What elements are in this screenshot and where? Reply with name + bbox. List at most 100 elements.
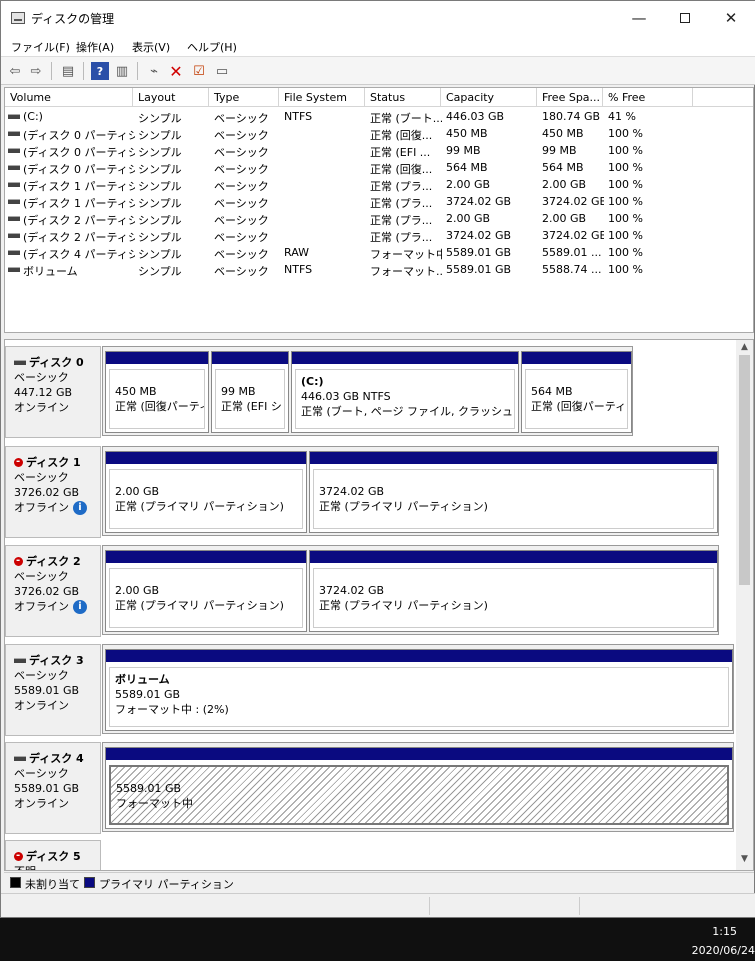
volume-row[interactable]: (ディスク 0 パーティシ...シンプル ベーシック 正常 (EFI ... 99 M… [5, 142, 753, 159]
forward-arrow-icon[interactable]: ⇨ [27, 62, 45, 80]
clock-date[interactable]: 2020/06/24 [692, 944, 755, 957]
col-type[interactable]: Type [209, 88, 279, 107]
partition-status: 正常 (プライマリ パーティション) [319, 500, 488, 513]
disk-state: オンライン [14, 796, 100, 811]
volume-cell: (ディスク 1 パーティシ... [23, 180, 135, 193]
partition-details: 2.00 GB 正常 (プライマリ パーティション) [109, 469, 303, 529]
partition-type-bar [212, 352, 288, 364]
scroll-down-icon[interactable]: ▼ [736, 854, 753, 868]
disk-offline-icon [14, 553, 23, 568]
scroll-up-icon[interactable]: ▲ [736, 342, 753, 356]
volume-row[interactable]: (ディスク 2 パーティシ...シンプル ベーシック 正常 (プラ... 3724.0… [5, 227, 753, 244]
partition[interactable]: 450 MB 正常 (回復パーティ [105, 351, 209, 433]
menu-view[interactable]: 表示(V) [132, 39, 170, 55]
volume-cell: 5588.74 ... [542, 263, 602, 276]
disk-size-label: 447.12 GB [14, 386, 73, 399]
disk-name: ディスク 2 [14, 553, 100, 569]
disk-state-label: オンライン [14, 699, 69, 712]
partition-status: 正常 (EFI シ [221, 400, 282, 413]
volume-row[interactable]: (ディスク 0 パーティシ...シンプル ベーシック 正常 (回復... 450 MB… [5, 125, 753, 142]
partition-status: フォーマット中 [116, 797, 193, 810]
partition[interactable]: 5589.01 GB フォーマット中 [105, 747, 733, 829]
disk-state: オンライン [14, 698, 100, 713]
clock-time[interactable]: 1:15 [712, 925, 737, 938]
disk-info[interactable]: ディスク 3 ベーシック 5589.01 GB オンライン [5, 644, 101, 736]
partition-type-bar [522, 352, 631, 364]
col-free-space[interactable]: Free Spa... [537, 88, 603, 107]
volume-cell: シンプル [138, 146, 182, 159]
partition[interactable]: 3724.02 GB 正常 (プライマリ パーティション) [309, 451, 718, 533]
back-arrow-icon[interactable]: ⇦ [6, 62, 24, 80]
partition[interactable]: 564 MB 正常 (回復パーティシ [521, 351, 632, 433]
connect-disk-icon[interactable]: ⌁ [145, 62, 163, 80]
show-hide-console-tree-icon[interactable]: ▤ [59, 62, 77, 80]
volume-cell: 正常 (プラ... [370, 231, 433, 244]
volume-row[interactable]: (ディスク 1 パーティシ...シンプル ベーシック 正常 (プラ... 3724.0… [5, 193, 753, 210]
disk-info[interactable]: ディスク 0 ベーシック 447.12 GB オンライン [5, 346, 101, 438]
partition-type-bar [106, 452, 306, 464]
drive-icon [8, 148, 20, 153]
col-volume[interactable]: Volume [5, 88, 133, 107]
delete-icon[interactable]: ✕ [167, 62, 185, 81]
col-status[interactable]: Status [365, 88, 441, 107]
info-icon[interactable]: i [73, 600, 87, 614]
partition[interactable]: (C:) 446.03 GB NTFS 正常 (ブート, ページ ファイル, クラッ… [291, 351, 519, 433]
action-pane-icon[interactable]: ▥ [113, 62, 131, 80]
partition[interactable]: 2.00 GB 正常 (プライマリ パーティション) [105, 451, 307, 533]
partition[interactable]: 99 MB 正常 (EFI シ [211, 351, 289, 433]
volume-row[interactable]: (ディスク 2 パーティシ...シンプル ベーシック 正常 (プラ... 2.00 G… [5, 210, 753, 227]
partition-size: 564 MB [531, 385, 573, 398]
close-button[interactable]: ✕ [708, 1, 754, 35]
vertical-scrollbar[interactable]: ▲ ▼ [736, 340, 753, 870]
disk-type-label: ベーシック [14, 471, 69, 484]
volume-cell: (ディスク 0 パーティシ... [23, 146, 135, 159]
col-file-system[interactable]: File System [279, 88, 365, 107]
disk-row: ディスク 5 不明 [5, 840, 738, 870]
menu-file[interactable]: ファイル(F) [11, 39, 70, 55]
volume-row[interactable]: (ディスク 4 パーティシ...シンプル ベーシック RAW フォーマット中 5589.… [5, 244, 753, 261]
col-layout[interactable]: Layout [133, 88, 209, 107]
partition-details: ボリューム 5589.01 GB フォーマット中 : (2%) [109, 667, 729, 727]
info-icon[interactable]: i [73, 501, 87, 515]
volume-cell: 2.00 GB [446, 178, 491, 191]
volume-cell: NTFS [284, 110, 313, 123]
checklist-icon[interactable]: ☑ [190, 62, 208, 80]
disk-info[interactable]: ディスク 2 ベーシック 3726.02 GB オフライン i [5, 545, 101, 637]
minimize-button[interactable]: — [616, 1, 662, 35]
disk-info[interactable]: ディスク 4 ベーシック 5589.01 GB オンライン [5, 742, 101, 834]
scroll-thumb[interactable] [739, 355, 750, 585]
volume-cell: ベーシック [214, 214, 269, 227]
partition[interactable]: 2.00 GB 正常 (プライマリ パーティション) [105, 550, 307, 632]
volume-cell: 100 % [608, 161, 643, 174]
drive-icon [8, 114, 20, 119]
disk-info[interactable]: ディスク 1 ベーシック 3726.02 GB オフライン i [5, 446, 101, 538]
volume-cell: フォーマット中 [370, 248, 442, 261]
menu-action[interactable]: 操作(A) [76, 39, 114, 55]
title-bar: ディスクの管理 — ✕ [1, 1, 755, 35]
partition-container: 5589.01 GB フォーマット中 [102, 742, 734, 832]
partition-details: 450 MB 正常 (回復パーティ [109, 369, 205, 429]
volume-cell: 正常 (プラ... [370, 180, 433, 193]
volume-cell: シンプル [138, 180, 182, 193]
volume-row[interactable]: ボリューム シンプル ベーシック NTFS フォーマット... 5589.01 GB 558… [5, 261, 753, 278]
volume-cell: (ディスク 4 パーティシ... [23, 248, 135, 261]
col-percent-free[interactable]: % Free [603, 88, 693, 107]
volume-row[interactable]: (C:) シンプル ベーシック NTFS 正常 (ブート... 446.03 GB 180.… [5, 108, 753, 125]
partition[interactable]: ボリューム 5589.01 GB フォーマット中 : (2%) [105, 649, 733, 731]
help-icon[interactable]: ? [91, 62, 109, 80]
volume-cell: 180.74 GB [542, 110, 601, 123]
status-bar [1, 893, 755, 917]
disk-info[interactable]: ディスク 5 不明 [5, 840, 101, 870]
maximize-button[interactable] [662, 1, 708, 35]
menu-help[interactable]: ヘルプ(H) [187, 39, 237, 55]
partition[interactable]: 3724.02 GB 正常 (プライマリ パーティション) [309, 550, 718, 632]
disk-size: 3726.02 GB [14, 485, 100, 500]
volume-cell: 正常 (ブート... [370, 112, 442, 125]
col-capacity[interactable]: Capacity [441, 88, 537, 107]
disk-size-label: 3726.02 GB [14, 585, 80, 598]
properties-icon[interactable]: ▭ [213, 62, 231, 80]
volume-row[interactable]: (ディスク 0 パーティシ...シンプル ベーシック 正常 (回復... 564 MB… [5, 159, 753, 176]
volume-cell: (ディスク 0 パーティシ... [23, 129, 135, 142]
volume-cell: 3724.02 GB [446, 195, 512, 208]
volume-row[interactable]: (ディスク 1 パーティシ...シンプル ベーシック 正常 (プラ... 2.00 G… [5, 176, 753, 193]
